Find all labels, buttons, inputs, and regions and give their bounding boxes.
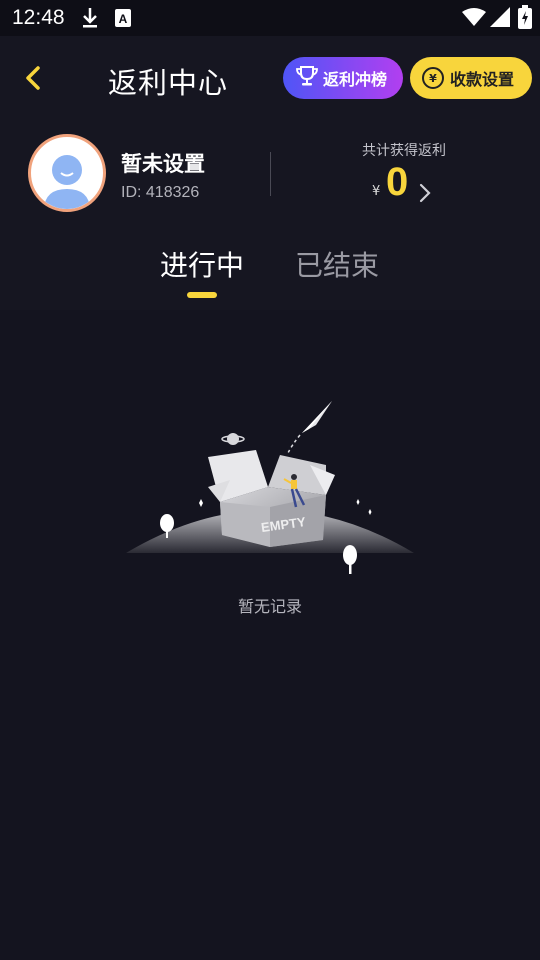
active-tab-indicator [187,292,217,298]
tab-finished[interactable]: 已结束 [295,244,379,284]
a-badge-icon: A [114,8,132,32]
total-rebate-label: 共计获得返利 [362,143,446,159]
signal-icon [490,7,510,31]
rebate-ranking-label: 返利冲榜 [323,70,388,89]
back-arrow-icon [18,66,50,100]
header-bar: 返利中心 返利冲榜 ¥ 收款设置 [0,36,540,120]
download-icon [80,6,100,34]
user-id: ID: 418326 [121,184,200,201]
battery-icon [518,5,532,33]
status-bar: 12:48 A [0,0,540,36]
svg-text:A: A [119,12,128,26]
yen-coin-icon: ¥ [422,67,444,89]
empty-illustration: EMPTY [120,395,420,580]
chevron-right-icon [418,182,432,208]
user-name: 暂未设置 [121,152,205,176]
trophy-icon [295,64,319,92]
page-title: 返利中心 [108,66,229,100]
tab-ongoing[interactable]: 进行中 [160,244,244,284]
avatar [28,134,106,212]
divider [270,152,271,196]
currency-symbol: ¥ [372,184,381,199]
total-rebate-value: 0 [386,160,409,204]
wifi-icon [462,7,486,31]
empty-state-message: 暂无记录 [237,597,302,616]
payment-settings-label: 收款设置 [450,70,515,89]
status-time: 12:48 [12,6,65,29]
default-avatar-icon [44,155,90,209]
back-button[interactable] [18,60,50,96]
rebate-ranking-button[interactable]: 返利冲榜 [283,57,403,99]
payment-settings-button[interactable]: ¥ 收款设置 [410,57,532,99]
profile-section: 暂未设置 ID: 418326 共计获得返利 ¥ 0 进行中 已结束 [0,120,540,310]
